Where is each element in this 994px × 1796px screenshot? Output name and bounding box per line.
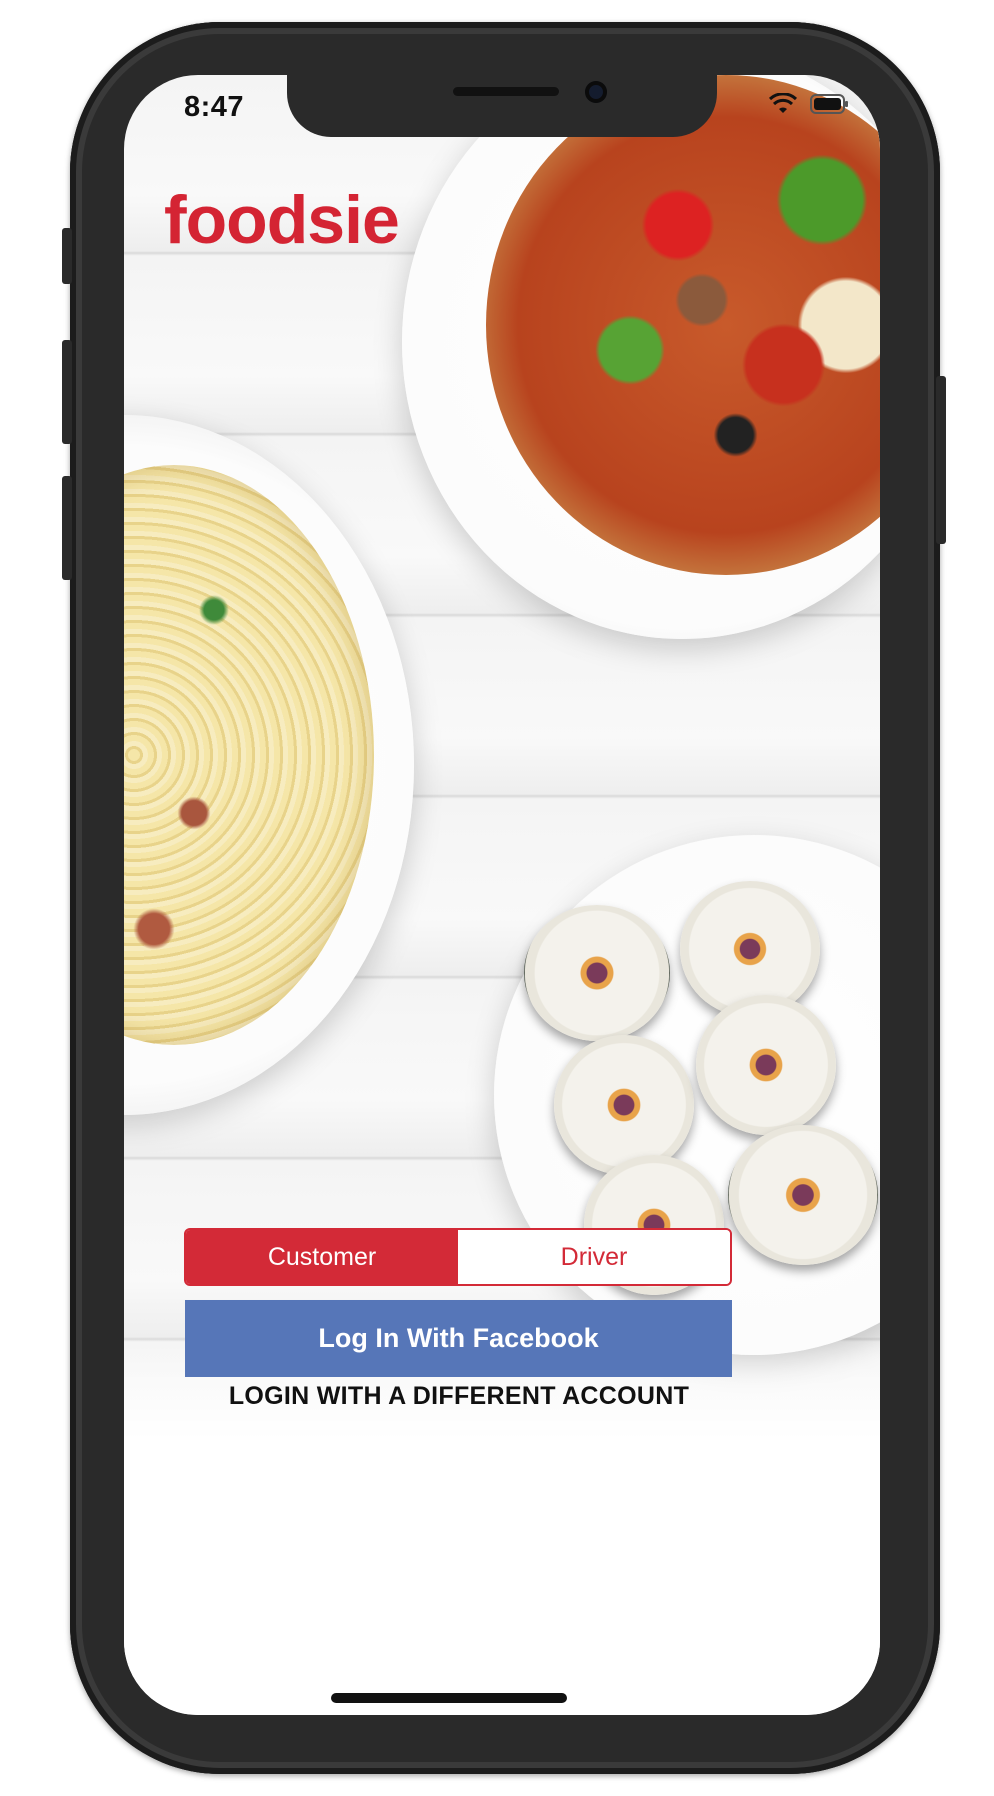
volume-up-button xyxy=(62,340,72,444)
sushi-image xyxy=(524,905,670,1041)
volume-down-button xyxy=(62,476,72,580)
sushi-image xyxy=(696,995,836,1135)
alternate-login-link[interactable]: LOGIN WITH A DIFFERENT ACCOUNT xyxy=(124,1382,794,1411)
sushi-image xyxy=(554,1035,694,1175)
role-toggle: Customer Driver xyxy=(184,1228,732,1286)
home-indicator[interactable] xyxy=(331,1693,567,1703)
facebook-login-button[interactable]: Log In With Facebook xyxy=(185,1300,732,1377)
app-screen: 8:47 foodsie Customer Driver Log In With… xyxy=(124,75,880,1715)
customer-tab[interactable]: Customer xyxy=(186,1230,458,1284)
brand-logo: foodsie xyxy=(164,182,400,258)
speaker xyxy=(453,87,559,96)
wifi-icon xyxy=(768,93,798,113)
side-button xyxy=(62,228,72,284)
camera xyxy=(585,81,607,103)
driver-tab[interactable]: Driver xyxy=(458,1230,730,1284)
status-icons xyxy=(768,93,850,115)
sushi-image xyxy=(728,1125,878,1265)
status-time: 8:47 xyxy=(184,91,245,123)
power-button xyxy=(936,376,946,544)
notch xyxy=(287,75,717,137)
battery-icon xyxy=(810,94,848,114)
